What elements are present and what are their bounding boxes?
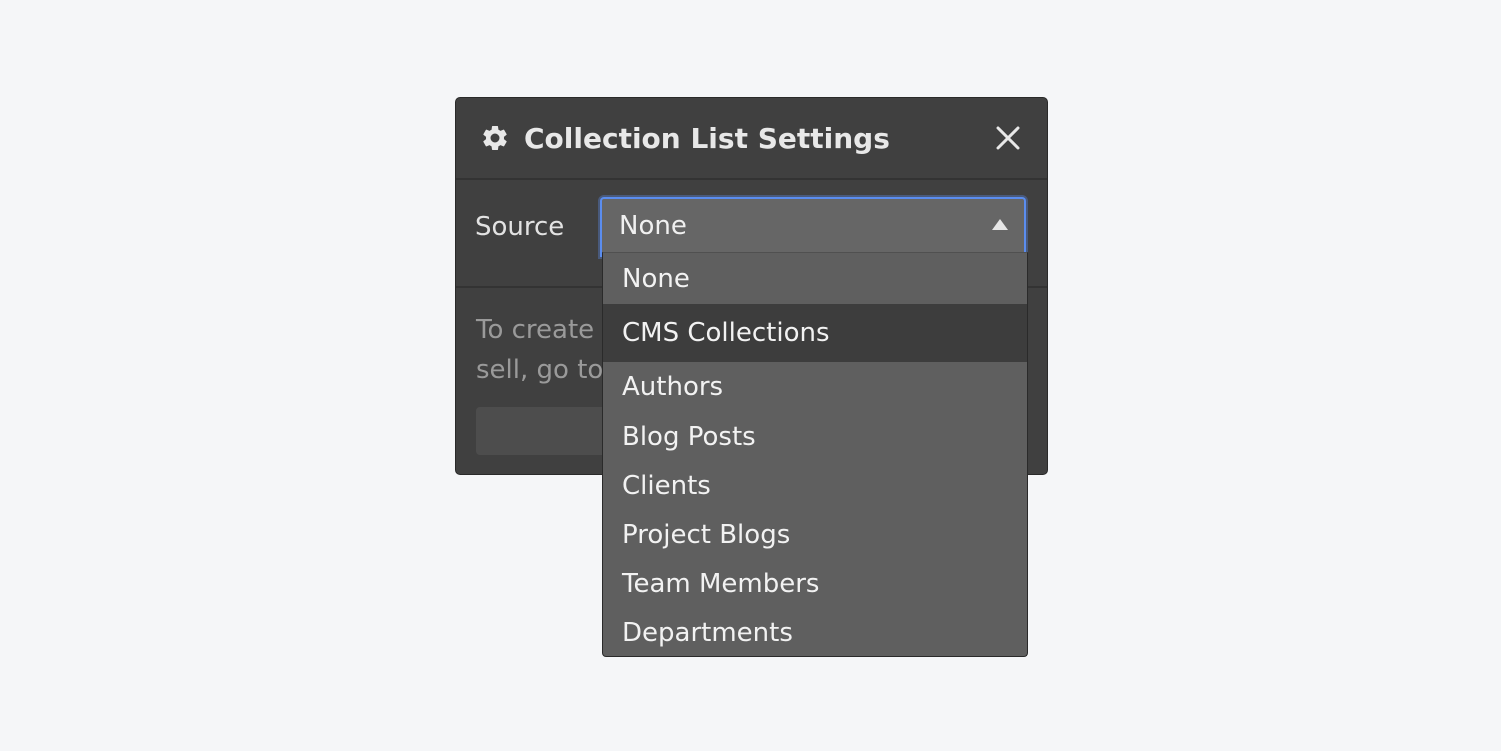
panel-header: Collection List Settings (456, 98, 1047, 180)
dropdown-option[interactable]: Authors (603, 362, 1027, 412)
dropdown-option[interactable]: Blog Posts (603, 412, 1027, 461)
source-select[interactable]: None (600, 197, 1026, 257)
help-text: To create sell, go to (476, 310, 603, 390)
dropdown-group-header: CMS Collections (603, 304, 1027, 362)
help-text-line-2: sell, go to (476, 355, 604, 385)
caret-up-icon (992, 219, 1008, 230)
dropdown-option[interactable]: Clients (603, 461, 1027, 510)
help-text-line-1: To create (476, 315, 595, 345)
close-icon (996, 126, 1020, 150)
dropdown-option[interactable]: Project Blogs (603, 510, 1027, 559)
dropdown-collection-list: Authors Blog Posts Clients Project Blogs… (603, 362, 1027, 656)
dropdown-option-none[interactable]: None (603, 253, 1027, 304)
dropdown-option[interactable]: Team Members (603, 559, 1027, 608)
gear-icon (480, 123, 510, 153)
source-dropdown-menu: None CMS Collections Authors Blog Posts … (602, 252, 1028, 657)
source-label: Source (475, 212, 565, 242)
dropdown-option[interactable]: Departments (603, 608, 1027, 656)
panel-title: Collection List Settings (524, 121, 890, 155)
source-select-value: None (619, 211, 687, 241)
close-button[interactable] (993, 123, 1023, 153)
